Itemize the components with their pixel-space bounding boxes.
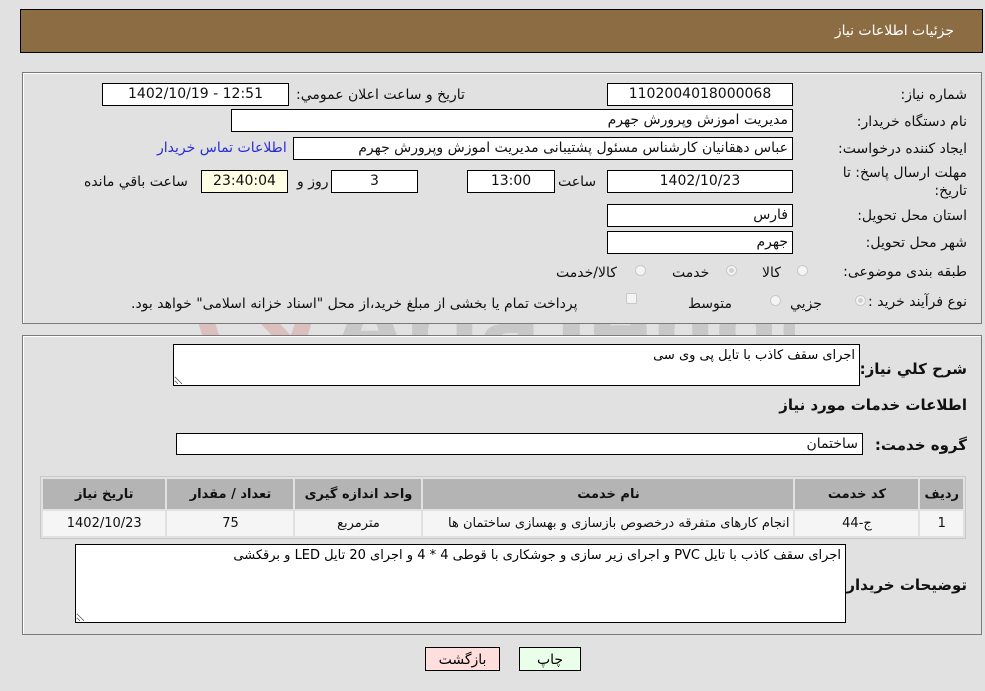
col-header-unit: واحد اندازه گیری (295, 479, 422, 509)
deadline-label: مهلت ارسال پاسخ: تا تاریخ: (842, 165, 967, 199)
city-field: جهرم (607, 231, 793, 254)
page-title: جزئیات اطلاعات نیاز (834, 23, 954, 39)
days-remaining-field: 3 (331, 170, 418, 193)
days-label: روز و (297, 174, 329, 190)
deadline-time-label: ساعت (558, 174, 597, 190)
need-number-label: شماره نیاز: (900, 87, 968, 103)
cell-row-number: 1 (920, 511, 963, 536)
need-number-field: 1102004018000068 (607, 83, 793, 106)
deadline-time-field: 13:00 (467, 170, 555, 193)
buyer-org-field: مدیریت اموزش وپرورش جهرم (231, 109, 793, 132)
col-header-name: نام خدمت (423, 479, 794, 509)
category-option-goods-service: کالا/خدمت (556, 265, 617, 281)
treasury-note: پرداخت تمام یا بخشی از مبلغ خرید،از محل … (131, 296, 578, 312)
requester-field: عباس دهقانیان کارشناس مسئول پشتیبانی مدی… (293, 137, 793, 160)
cell-unit: مترمربع (295, 511, 422, 536)
category-radio-service[interactable] (726, 265, 737, 276)
requester-label: ایجاد کننده درخواست: (838, 141, 967, 157)
purchase-type-label: نوع فرآیند خرید : (868, 294, 967, 310)
page-header: جزئیات اطلاعات نیاز (20, 9, 983, 53)
purchase-radio-medium[interactable] (770, 295, 781, 306)
col-header-row: ردیف (920, 479, 963, 509)
treasury-checkbox[interactable] (626, 293, 637, 304)
province-field: فارس (607, 204, 793, 227)
category-label: طبقه بندی موضوعی: (843, 264, 967, 280)
category-radio-goods[interactable] (797, 265, 808, 276)
category-radio-goods-service[interactable] (635, 265, 646, 276)
cell-service-code: ج-44 (795, 511, 919, 536)
service-group-label: گروه خدمت: (874, 436, 967, 454)
print-button[interactable]: چاپ (519, 647, 581, 671)
description-label: شرح کلي نیاز: (859, 360, 967, 378)
description-textarea[interactable]: اجرای سقف کاذب با تایل پی وی سی (173, 344, 860, 386)
col-header-code: کد خدمت (795, 479, 919, 509)
col-header-qty: تعداد / مقدار (167, 479, 294, 509)
services-table-header: ردیف کد خدمت نام خدمت واحد اندازه گیری ت… (43, 479, 963, 509)
purchase-option-minor: جزيي (790, 296, 822, 312)
back-button[interactable]: بازگشت (425, 647, 500, 671)
time-remaining-field: 23:40:04 (201, 170, 288, 193)
buyer-org-label: نام دستگاه خریدار: (856, 114, 967, 130)
cell-need-date: 1402/10/23 (43, 511, 166, 536)
col-header-date: تاریخ نیاز (43, 479, 166, 509)
city-label: شهر محل تحویل: (865, 235, 967, 251)
time-remaining-label: ساعت باقي مانده (84, 174, 188, 190)
services-table: ردیف کد خدمت نام خدمت واحد اندازه گیری ت… (40, 476, 966, 539)
deadline-date-field: 1402/10/23 (607, 170, 793, 193)
announce-datetime-label: تاریخ و ساعت اعلان عمومي: (296, 87, 465, 103)
category-option-goods: کالا (762, 265, 781, 281)
purchase-option-medium: متوسط (688, 296, 732, 312)
cell-quantity: 75 (167, 511, 294, 536)
province-label: استان محل تحویل: (857, 208, 967, 224)
buyer-notes-label: توضیحات خریدار: (840, 576, 967, 594)
cell-service-name: انجام کارهای متفرقه درخصوص بازسازی و بهس… (423, 511, 794, 536)
services-section-title: اطلاعات خدمات مورد نیاز (779, 396, 967, 414)
announce-datetime-field: 1402/10/19 - 12:51 (102, 83, 289, 106)
buyer-notes-textarea[interactable]: اجرای سقف کاذب با تایل PVC و اجرای زیر س… (75, 544, 846, 623)
table-row: 1 ج-44 انجام کارهای متفرقه درخصوص بازساز… (43, 511, 963, 536)
buyer-contact-link[interactable]: اطلاعات تماس خریدار (157, 140, 287, 156)
purchase-radio-minor[interactable] (855, 295, 866, 306)
service-group-field: ساختمان (176, 433, 863, 455)
category-option-service: خدمت (672, 265, 710, 281)
